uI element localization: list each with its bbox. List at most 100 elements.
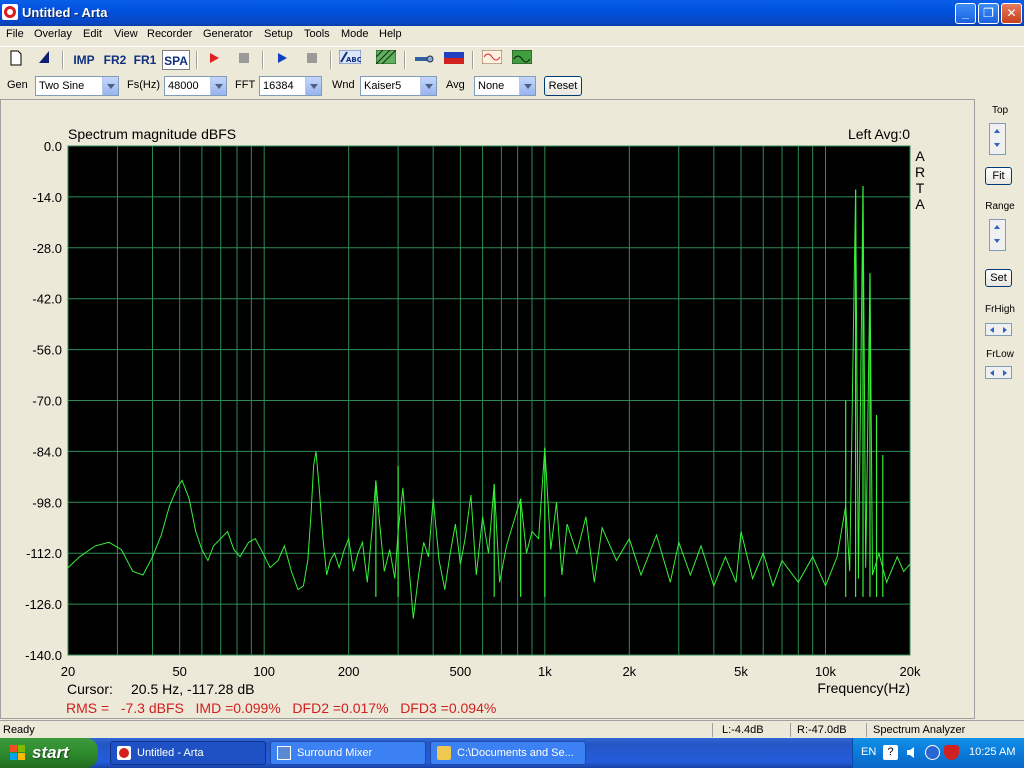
range-label: Range <box>985 201 1015 212</box>
menu-help[interactable]: Help <box>379 28 402 40</box>
arrow-down-icon[interactable] <box>990 139 1005 154</box>
y-tick-label: -70.0 <box>32 394 62 409</box>
speaker-icon[interactable] <box>905 745 920 760</box>
x-tick-label: 10k <box>815 664 836 679</box>
imp-mode-button[interactable]: IMP <box>70 50 98 70</box>
x-tick-label: 5k <box>734 664 748 679</box>
frlow-spinner[interactable] <box>985 366 1012 379</box>
settings-bar: Gen Two Sine Fs(Hz) 48000 FFT 16384 Wnd … <box>0 73 1024 99</box>
shield-icon[interactable] <box>944 745 959 760</box>
generator-play-button[interactable] <box>272 50 292 70</box>
menu-recorder[interactable]: Recorder <box>147 28 192 40</box>
calibrate-button[interactable]: ABC <box>338 49 362 70</box>
triangle-edit-icon <box>39 51 49 63</box>
menu-file[interactable]: File <box>6 28 24 40</box>
chevron-down-icon[interactable] <box>305 77 321 95</box>
menu-edit[interactable]: Edit <box>83 28 102 40</box>
fft-select[interactable]: 16384 <box>259 76 322 96</box>
arrow-down-icon[interactable] <box>990 235 1005 250</box>
chevron-down-icon[interactable] <box>519 77 535 95</box>
top-spinner[interactable] <box>989 123 1006 155</box>
frhigh-spinner[interactable] <box>985 323 1012 336</box>
maximize-button[interactable]: ❐ <box>978 3 999 24</box>
help-icon[interactable]: ? <box>883 745 898 760</box>
edit-button[interactable] <box>34 50 54 70</box>
task-label: Untitled - Arta <box>137 747 204 759</box>
range-spinner[interactable] <box>989 219 1006 251</box>
generator-stop-button[interactable] <box>302 50 322 70</box>
gen-select[interactable]: Two Sine <box>35 76 119 96</box>
system-tray: EN ? 10:25 AM <box>852 738 1024 768</box>
minimize-button[interactable]: _ <box>955 3 976 24</box>
status-bar: Ready L:-4.4dB R:-47.0dB Spectrum Analyz… <box>0 720 1024 738</box>
start-button[interactable]: start <box>0 738 98 768</box>
close-button[interactable]: ✕ <box>1001 3 1022 24</box>
task-arta[interactable]: Untitled - Arta <box>110 741 266 765</box>
gen-value: Two Sine <box>39 80 85 92</box>
set-button[interactable]: Set <box>985 269 1012 287</box>
arta-app-icon <box>117 746 131 760</box>
record-play-button[interactable] <box>204 50 224 70</box>
cursor-label: Cursor: <box>67 681 113 697</box>
menu-tools[interactable]: Tools <box>304 28 330 40</box>
play-blue-icon <box>278 53 287 63</box>
chevron-down-icon[interactable] <box>420 77 436 95</box>
hatch-icon <box>375 49 397 65</box>
fft-value: 16384 <box>263 80 294 92</box>
language-indicator[interactable]: EN <box>861 746 876 758</box>
x-tick-label: 200 <box>338 664 360 679</box>
menu-bar: File Overlay Edit View Recorder Generato… <box>0 26 1024 45</box>
frlow-label: FrLow <box>986 349 1014 360</box>
watermark-letter: A <box>915 196 925 212</box>
record-stop-button[interactable] <box>234 50 254 70</box>
color-map-button[interactable] <box>442 50 466 70</box>
minimize-icon: _ <box>962 6 969 20</box>
restore-icon: ❐ <box>983 6 994 20</box>
chevron-down-icon[interactable] <box>210 77 226 95</box>
window-title: Untitled - Arta <box>22 5 108 20</box>
arta-app-icon[interactable] <box>2 4 18 20</box>
spectrum-icon <box>511 49 533 65</box>
reset-button[interactable]: Reset <box>544 76 582 96</box>
frhigh-label: FrHigh <box>984 304 1015 315</box>
fs-select[interactable]: 48000 <box>164 76 227 96</box>
new-file-button[interactable] <box>6 50 26 70</box>
task-explorer[interactable]: C:\Documents and Se... <box>430 741 586 765</box>
arrow-up-icon[interactable] <box>990 124 1005 139</box>
measurements-readout: RMS = -7.3 dBFS IMD =0.099% DFD2 =0.017%… <box>66 700 496 716</box>
spectrum-view-button[interactable] <box>510 49 534 70</box>
mixer-icon <box>277 746 291 760</box>
wnd-select[interactable]: Kaiser5 <box>360 76 437 96</box>
menu-generator[interactable]: Generator <box>203 28 253 40</box>
y-tick-label: -98.0 <box>32 495 62 510</box>
y-tick-label: -28.0 <box>32 241 62 256</box>
fit-button[interactable]: Fit <box>985 167 1012 185</box>
status-ready: Ready <box>3 724 35 736</box>
hatch-view-button[interactable] <box>374 49 398 70</box>
menu-setup[interactable]: Setup <box>264 28 293 40</box>
arrow-up-icon[interactable] <box>990 220 1005 235</box>
y-tick-label: -56.0 <box>32 343 62 358</box>
avg-select[interactable]: None <box>474 76 536 96</box>
taskbar: start Untitled - Arta Surround Mixer C:\… <box>0 738 1024 768</box>
x-tick-label: 20k <box>900 664 921 679</box>
spectrum-chart[interactable]: 0.0 -14.0 -28.0 -42.0 -56.0 -70.0 -84.0 -98.0 -1… <box>0 99 975 719</box>
wnd-value: Kaiser5 <box>364 80 402 92</box>
back-arrow-icon[interactable] <box>925 745 940 760</box>
chevron-down-icon[interactable] <box>102 77 118 95</box>
x-tick-label: 2k <box>622 664 636 679</box>
toolbar: IMP FR2 FR1 SPA ABC <box>0 46 1024 72</box>
menu-mode[interactable]: Mode <box>341 28 369 40</box>
waveform-button[interactable] <box>480 49 504 70</box>
task-surround-mixer[interactable]: Surround Mixer <box>270 741 426 765</box>
watermark-letter: T <box>916 180 925 196</box>
fr1-mode-button[interactable]: FR1 <box>132 50 158 70</box>
fr2-mode-button[interactable]: FR2 <box>102 50 128 70</box>
menu-overlay[interactable]: Overlay <box>34 28 72 40</box>
spa-mode-button[interactable]: SPA <box>162 50 190 70</box>
avg-value: None <box>478 80 505 92</box>
x-tick-label: 50 <box>172 664 186 679</box>
title-bar: Untitled - Arta _ ❐ ✕ <box>0 0 1024 26</box>
menu-view[interactable]: View <box>114 28 138 40</box>
probe-button[interactable] <box>412 50 436 70</box>
